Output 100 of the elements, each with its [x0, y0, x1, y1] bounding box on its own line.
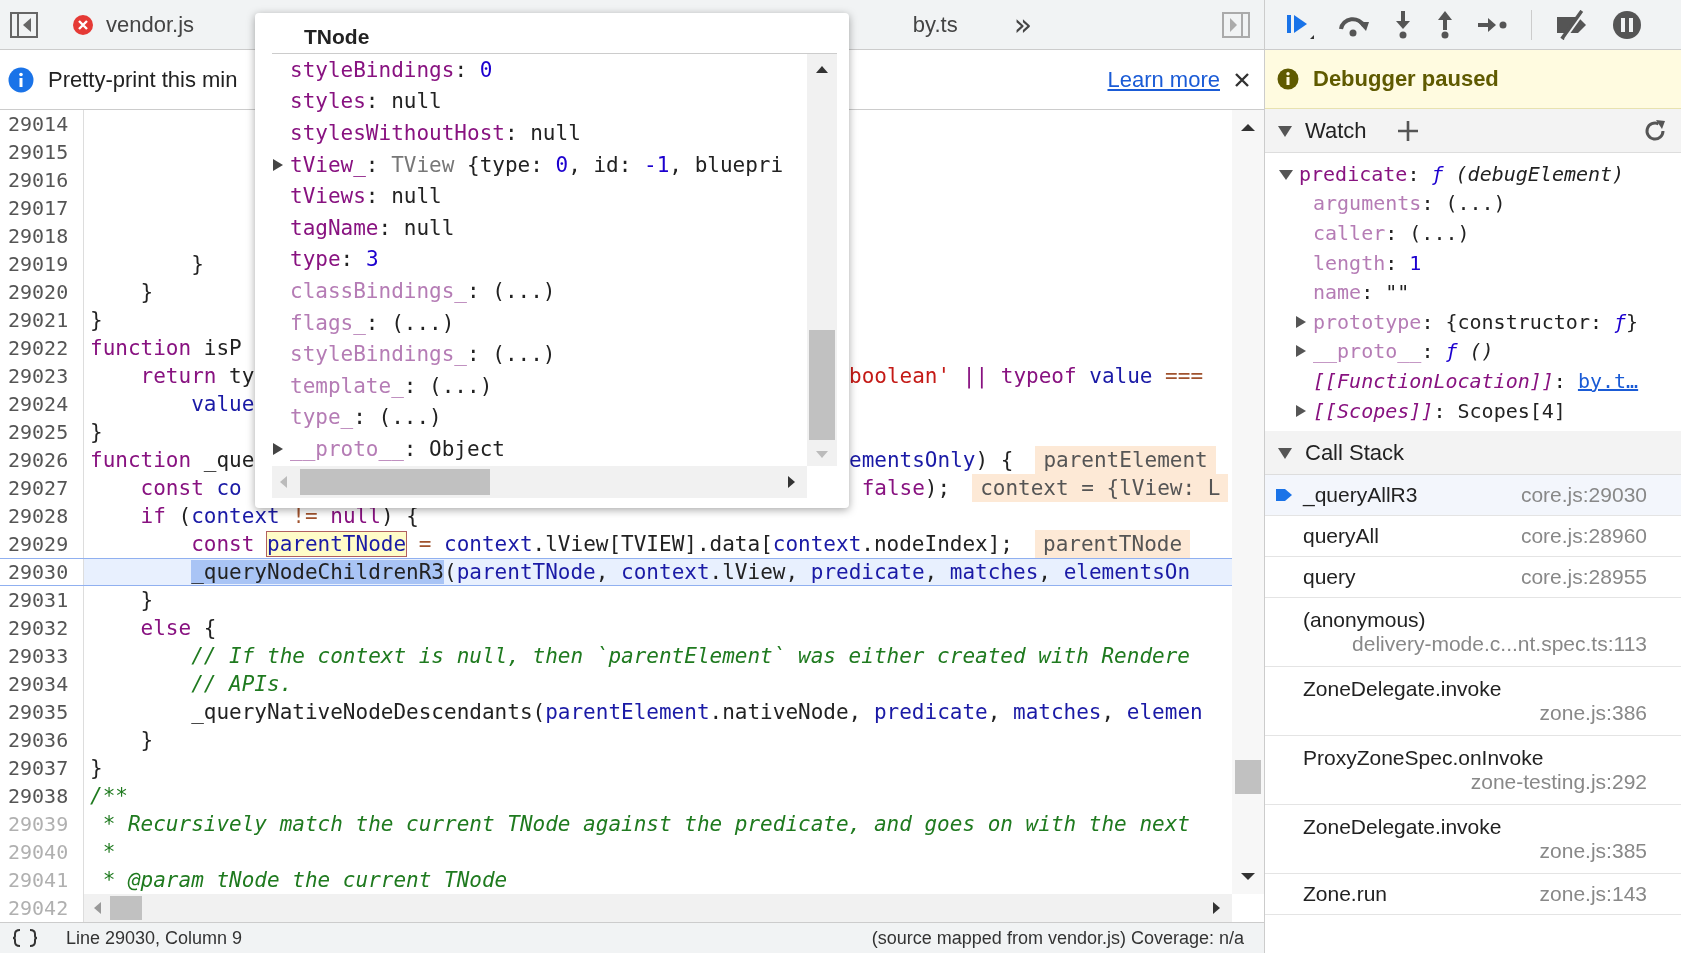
line-number: 29030	[0, 559, 84, 585]
refresh-icon[interactable]	[1643, 118, 1667, 143]
code-line: _queryNodeChildrenR3(parentTNode, context.lView, predicate, matches, elementsOn	[190, 559, 1191, 585]
source-info: (source mapped from vendor.js) Coverage: n/a	[871, 927, 1244, 949]
call-frame[interactable]: ZoneDelegate.invoke zone.js:385	[1265, 805, 1681, 875]
code-line: }	[90, 419, 103, 446]
popover-horizontal-scrollbar[interactable]	[272, 466, 807, 498]
function-name: (anonymous)	[1303, 608, 1427, 633]
navigator-toggle-icon[interactable]	[10, 11, 38, 38]
expand-arrow-icon[interactable]	[272, 441, 284, 456]
code-line: function _que	[90, 448, 255, 472]
call-frame[interactable]: ProxyZoneSpec.onInvoke zone-testing.js:292	[1265, 736, 1681, 806]
source-location: zone.js:385	[1539, 839, 1647, 864]
code-line: false);	[860, 475, 951, 502]
function-name: _queryAllR3	[1303, 483, 1418, 508]
property-row: classBindings_: (...)	[290, 278, 556, 303]
property-row: type: 3	[290, 247, 379, 272]
inline-value: context = {lView: L	[972, 474, 1229, 502]
expand-arrow-icon[interactable]	[272, 157, 284, 172]
expand-arrow-icon[interactable]	[1295, 403, 1307, 418]
code-line: }	[90, 755, 103, 782]
pretty-print-icon[interactable]	[12, 929, 38, 947]
code-line: const parentTNode = context.lView[TVIEW].data[context.nodeIndex];	[190, 531, 1013, 558]
call-frame[interactable]: Zone.run zone.js:143	[1265, 874, 1681, 916]
pause-icon[interactable]	[1612, 9, 1642, 40]
more-tabs-button[interactable]: »	[1013, 7, 1032, 42]
horizontal-scrollbar[interactable]	[84, 894, 1233, 922]
info-icon	[8, 66, 34, 93]
source-location: core.js:28960	[1520, 524, 1647, 549]
popover-scrollbar[interactable]	[807, 54, 837, 466]
scroll-right-icon[interactable]	[787, 475, 797, 489]
property-row: __proto__: Object	[290, 436, 505, 461]
scroll-up-icon[interactable]	[1240, 122, 1256, 132]
code-line: *	[101, 839, 116, 866]
property-row: [[Scopes]]: Scopes[4]	[1313, 398, 1566, 423]
scroll-down-icon[interactable]	[1240, 872, 1256, 882]
property-row: styles: null	[290, 89, 442, 114]
expand-arrow-icon[interactable]	[1295, 314, 1307, 329]
scrollbar-thumb[interactable]	[300, 469, 490, 495]
cursor-position: Line 29030, Column 9	[66, 927, 243, 949]
property-row: caller: (...)	[1313, 221, 1470, 245]
watch-expression: predicate: ƒ (debugElement)	[1299, 161, 1625, 186]
property-row: flags_: (...)	[290, 310, 455, 335]
info-icon	[1277, 68, 1299, 90]
scrollbar-thumb[interactable]	[1235, 760, 1261, 794]
code-line: return ty	[139, 364, 255, 388]
property-row: tView_: TView {type: 0, id: -1, bluepri	[290, 152, 784, 177]
expand-arrow-icon[interactable]	[1295, 344, 1307, 359]
file-tab[interactable]: vendor.js	[72, 11, 195, 38]
property-row: [[FunctionLocation]]: by.t…	[1313, 368, 1639, 393]
scrollbar-thumb[interactable]	[809, 330, 835, 440]
code-line: * @param tNode the current TNode	[101, 867, 508, 894]
call-stack-section-header[interactable]: Call Stack	[1265, 431, 1681, 476]
watch-section-header[interactable]: Watch	[1265, 109, 1681, 153]
source-location: core.js:28955	[1520, 565, 1647, 590]
source-location: zone.js:143	[1539, 882, 1647, 907]
code-line: const co	[139, 476, 242, 500]
source-location: delivery-mode.c...nt.spec.ts:113	[1352, 632, 1647, 657]
debugger-toggle-icon[interactable]	[1222, 11, 1250, 38]
call-frame[interactable]: (anonymous) delivery-mode.c...nt.spec.ts:113	[1265, 598, 1681, 668]
property-row: type_: (...)	[290, 405, 442, 430]
call-frame[interactable]: _queryAllR3 core.js:29030	[1265, 475, 1681, 517]
code-line: }	[90, 307, 103, 334]
property-row: tViews: null	[290, 184, 442, 209]
call-frame[interactable]: ZoneDelegate.invoke zone.js:386	[1265, 667, 1681, 737]
code-line: else {	[139, 615, 217, 642]
scroll-up-icon[interactable]	[815, 64, 829, 74]
step-into-icon[interactable]	[1393, 9, 1413, 40]
code-line: /**	[90, 783, 128, 810]
learn-more-link[interactable]: Learn more	[1107, 66, 1220, 93]
inline-value: parentTNode	[1035, 530, 1191, 558]
code-line: // APIs.	[190, 671, 293, 698]
code-line: }	[139, 587, 154, 614]
file-tab[interactable]: by.ts	[912, 11, 958, 38]
property-row: template_: (...)	[290, 373, 493, 398]
infobar-message: Pretty-print this min	[48, 66, 238, 93]
function-name: ZoneDelegate.invoke	[1303, 677, 1503, 702]
code-line: _queryNativeNodeDescendants(parentElement.nativeNode, predicate, matches, elemen	[190, 699, 1203, 726]
function-name: ZoneDelegate.invoke	[1303, 815, 1503, 840]
add-icon[interactable]	[1396, 119, 1419, 142]
step-out-icon[interactable]	[1435, 9, 1455, 40]
code-line: function isP	[90, 336, 242, 360]
code-line: // If the context is null, then `parentElement` was either created with Rendere	[190, 643, 1190, 670]
code-line: }	[190, 251, 204, 278]
code-line: boolean' || typeof value ===	[849, 363, 1204, 390]
vertical-scrollbar[interactable]	[1232, 110, 1264, 894]
property-row: arguments: (...)	[1313, 191, 1506, 216]
code-line: }	[139, 727, 154, 754]
function-name: queryAll	[1303, 524, 1379, 549]
code-line: ementsOnly) {	[849, 447, 1014, 474]
code-line: }	[139, 279, 154, 306]
function-name: Zone.run	[1303, 882, 1388, 907]
close-icon[interactable]	[1234, 71, 1250, 88]
property-row: prototype: {constructor: ƒ}	[1313, 309, 1639, 334]
call-frame[interactable]: queryAll core.js:28960	[1265, 516, 1681, 558]
error-icon	[72, 13, 94, 36]
paused-message: Debugger paused	[1313, 66, 1499, 92]
scrollbar-thumb[interactable]	[110, 896, 142, 920]
call-frame[interactable]: query core.js:28955	[1265, 557, 1681, 599]
source-location: zone.js:386	[1539, 701, 1647, 726]
